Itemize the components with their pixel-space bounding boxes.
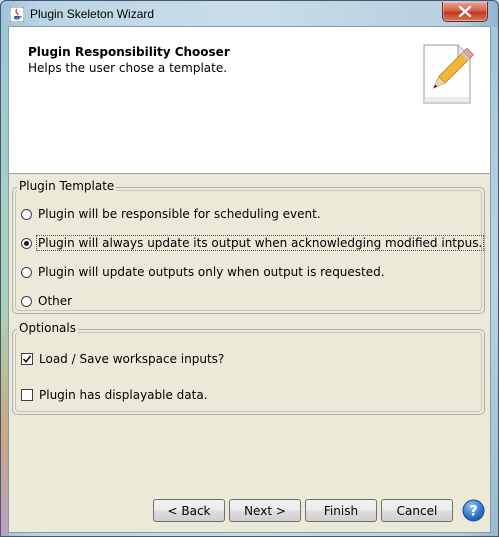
group-legend: Optionals <box>17 321 78 335</box>
radio-option-other[interactable]: Other <box>21 291 73 311</box>
radio-button[interactable] <box>21 266 32 278</box>
cancel-button[interactable]: Cancel <box>381 499 453 522</box>
radio-option-on-request[interactable]: Plugin will update outputs only when out… <box>21 262 386 282</box>
close-button[interactable] <box>442 2 488 22</box>
group-legend: Plugin Template <box>17 179 117 193</box>
java-app-icon <box>10 7 24 22</box>
wizard-header: Plugin Responsibility Chooser Helps the … <box>9 27 490 174</box>
pencil-paper-icon <box>423 44 474 104</box>
radio-option-scheduling[interactable]: Plugin will be responsible for schedulin… <box>21 204 322 224</box>
checkbox[interactable] <box>21 389 33 401</box>
radio-option-always-update[interactable]: Plugin will always update its output whe… <box>21 233 485 253</box>
radio-button[interactable] <box>21 208 32 220</box>
radio-label: Plugin will update outputs only when out… <box>38 265 385 279</box>
radio-label: Other <box>38 294 73 308</box>
plugin-template-group: Plugin Template Plugin will be responsib… <box>12 179 485 314</box>
checkbox-checked[interactable] <box>21 353 33 365</box>
optionals-group: Optionals Load / Save workspace inputs? … <box>12 321 485 415</box>
checkbox-label: Load / Save workspace inputs? <box>39 352 225 366</box>
checkmark-icon <box>22 355 32 364</box>
dialog-content: Plugin Responsibility Chooser Helps the … <box>8 26 491 533</box>
close-icon <box>458 6 472 17</box>
checkbox-option-load-save[interactable]: Load / Save workspace inputs? <box>21 349 225 369</box>
title-bar[interactable]: Plugin Skeleton Wizard <box>2 2 497 27</box>
radio-button[interactable] <box>21 295 32 307</box>
radio-button-selected[interactable] <box>21 237 32 249</box>
finish-button[interactable]: Finish <box>305 499 377 522</box>
help-icon[interactable]: ? <box>462 499 485 522</box>
page-title: Plugin Responsibility Chooser <box>28 45 230 59</box>
radio-label: Plugin will be responsible for schedulin… <box>38 207 321 221</box>
radio-label: Plugin will always update its output whe… <box>35 235 485 251</box>
page-subtitle: Helps the user chose a template. <box>28 61 228 75</box>
next-button[interactable]: Next > <box>229 499 301 522</box>
window-title: Plugin Skeleton Wizard <box>30 7 155 21</box>
back-button[interactable]: < Back <box>153 499 225 522</box>
checkbox-label: Plugin has displayable data. <box>39 388 208 402</box>
checkbox-option-displayable-data[interactable]: Plugin has displayable data. <box>21 385 209 405</box>
svg-text:?: ? <box>469 504 477 520</box>
